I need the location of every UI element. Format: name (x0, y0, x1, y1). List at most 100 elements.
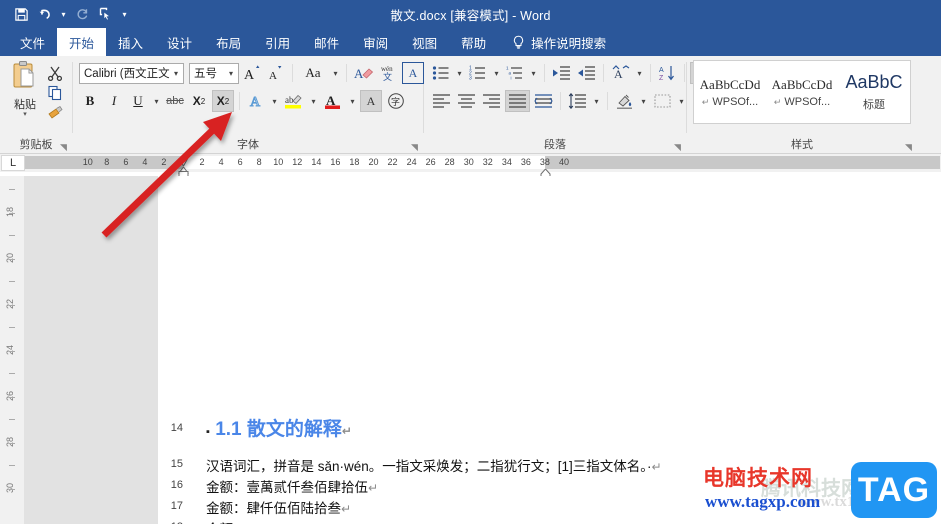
document-line[interactable]: 金额：肆仟伍佰陆拾叁↵ (206, 497, 351, 517)
watermark-logo: TAG (851, 462, 937, 518)
font-color-caret[interactable]: ▾ (347, 97, 358, 106)
borders-button[interactable] (651, 90, 674, 112)
enclose-characters-button[interactable]: 字 (384, 90, 408, 112)
chevron-down-icon[interactable]: ▾ (171, 69, 181, 78)
highlight-caret[interactable]: ▾ (308, 97, 319, 106)
chevron-down-icon[interactable]: ▾ (226, 69, 236, 78)
distributed-button[interactable] (532, 90, 555, 112)
phonetic-guide-button[interactable]: wén 文 (378, 62, 400, 84)
bullets-caret[interactable]: ▾ (454, 69, 465, 78)
multilevel-list-button[interactable]: 1ai (504, 62, 526, 84)
undo-icon[interactable] (34, 3, 56, 25)
grow-font-button[interactable]: A (241, 62, 263, 84)
italic-button[interactable]: I (103, 90, 125, 112)
tab-mailings[interactable]: 邮件 (302, 28, 351, 56)
change-case-button[interactable]: Aa (298, 62, 328, 84)
ruler-tick-label: 22 (387, 157, 398, 167)
font-dialog-launcher[interactable]: ◥ (410, 143, 419, 152)
tab-stop-selector[interactable]: L (1, 155, 25, 171)
ruler-tick-label: 8 (104, 157, 110, 167)
clipboard-dialog-launcher[interactable]: ◥ (59, 143, 68, 152)
align-center-button[interactable] (455, 90, 478, 112)
clipboard-group-label: 剪贴板 ◥ (19, 139, 68, 152)
line-spacing-button[interactable] (566, 90, 589, 112)
underline-button[interactable]: U (127, 90, 149, 112)
text-effects-button[interactable]: A (245, 90, 267, 112)
document-title: 散文.docx [兼容模式] - Word (390, 8, 551, 23)
change-case-caret[interactable]: ▾ (330, 69, 341, 78)
line-spacing-caret[interactable]: ▾ (591, 97, 602, 106)
character-border-button[interactable]: A (402, 62, 424, 84)
ruler-tick-label: 4 (142, 157, 148, 167)
paragraph-dialog-launcher[interactable]: ◥ (673, 143, 682, 152)
lightbulb-icon (512, 35, 525, 50)
shrink-font-button[interactable]: A (265, 62, 287, 84)
cut-button[interactable] (44, 63, 66, 82)
ruler-tick-label: 28 (444, 157, 455, 167)
style-item-0[interactable]: AaBbCcDd ↵ WPSOf... (694, 61, 766, 123)
watermark-site-name: 电脑技术网 (703, 467, 813, 490)
tab-help[interactable]: 帮助 (449, 28, 498, 56)
undo-dropdown-caret[interactable]: ▾ (58, 10, 69, 19)
tab-design[interactable]: 设计 (155, 28, 204, 56)
ruler-tick-label: 2 (161, 157, 167, 167)
save-icon[interactable] (10, 3, 32, 25)
justify-button[interactable] (505, 90, 530, 112)
copy-button[interactable] (44, 83, 66, 102)
borders-caret[interactable]: ▾ (676, 97, 687, 106)
sort-caret[interactable]: ▾ (634, 69, 645, 78)
multilevel-caret[interactable]: ▾ (528, 69, 539, 78)
strikethrough-button[interactable]: abc (164, 90, 186, 112)
align-left-button[interactable] (430, 90, 453, 112)
shading-button[interactable] (613, 90, 636, 112)
tab-references[interactable]: 引用 (253, 28, 302, 56)
paste-dropdown-caret[interactable]: ▾ (23, 111, 27, 118)
document-line[interactable]: 金额：壹萬贰仟叁佰肆拾伍↵ (206, 476, 378, 496)
numbering-button[interactable]: 123 (467, 62, 489, 84)
customize-qat-caret[interactable]: ▾ (119, 10, 130, 19)
underline-caret[interactable]: ▾ (151, 97, 162, 106)
watermark: 腾讯科技网 www.tx17.com 电脑技术网 www.tagxp.com T… (701, 458, 939, 524)
align-right-button[interactable] (480, 90, 503, 112)
document-line[interactable]: 汉语词汇，拼音是 sǎn·wén。一指文采焕发；二指犹行文；[1]三指文体名。·… (206, 455, 662, 475)
horizontal-ruler[interactable]: 10 8 6 4 2 2 4 6 8 10 12 14 16 18 20 22 24 26 28 30 32 34 36 38… (25, 154, 941, 178)
bold-button[interactable]: B (79, 90, 101, 112)
decrease-indent-button[interactable] (550, 62, 573, 84)
character-shading-button[interactable]: A (360, 90, 382, 112)
numbering-caret[interactable]: ▾ (491, 69, 502, 78)
ribbon-group-paragraph: ▾ 123 ▾ 1ai ▾ A ▾ A Z ▾ ▾ ▾ 段落 ◥ (424, 56, 713, 154)
superscript-button[interactable]: X2 (212, 90, 234, 112)
font-size-value: 五号 (194, 68, 217, 80)
sort-button[interactable]: A (609, 62, 632, 84)
document-heading[interactable]: ▪ 1.1 散文的解释↵ (206, 414, 352, 441)
ruler-tick-label: 2 (199, 157, 205, 167)
style-item-2[interactable]: AaBbC 标题 (838, 61, 910, 123)
tell-me-search[interactable]: 操作说明搜索 (498, 28, 606, 56)
styles-dialog-launcher[interactable]: ◥ (904, 143, 913, 152)
tab-review[interactable]: 审阅 (351, 28, 400, 56)
subscript-button[interactable]: X2 (188, 90, 210, 112)
touch-mode-icon[interactable] (95, 3, 117, 25)
ruler-tick-label: 8 (256, 157, 262, 167)
font-name-combo[interactable]: Calibri (西文正文 ▾ (79, 62, 184, 84)
highlight-button[interactable]: ab (282, 90, 306, 112)
paste-button[interactable]: 粘贴 ▾ (6, 60, 44, 118)
document-line[interactable]: 金额：25462↵ (206, 518, 294, 524)
sort-az-button[interactable]: AZ (656, 62, 679, 84)
clear-formatting-button[interactable]: A (352, 62, 376, 84)
font-size-combo[interactable]: 五号 ▾ (189, 62, 239, 84)
tab-view[interactable]: 视图 (400, 28, 449, 56)
style-preview: AaBbC (845, 72, 903, 92)
text-effects-caret[interactable]: ▾ (269, 97, 280, 106)
format-painter-button[interactable] (44, 103, 66, 122)
style-item-1[interactable]: AaBbCcDd ↵ WPSOf... (766, 61, 838, 123)
tab-file[interactable]: 文件 (8, 28, 57, 56)
tab-insert[interactable]: 插入 (106, 28, 155, 56)
paste-label: 粘贴 (14, 99, 36, 111)
shading-caret[interactable]: ▾ (638, 97, 649, 106)
bullets-button[interactable] (430, 62, 452, 84)
tab-home[interactable]: 开始 (57, 28, 107, 56)
tab-layout[interactable]: 布局 (204, 28, 253, 56)
font-color-button[interactable]: A (321, 90, 345, 112)
increase-indent-button[interactable] (575, 62, 598, 84)
